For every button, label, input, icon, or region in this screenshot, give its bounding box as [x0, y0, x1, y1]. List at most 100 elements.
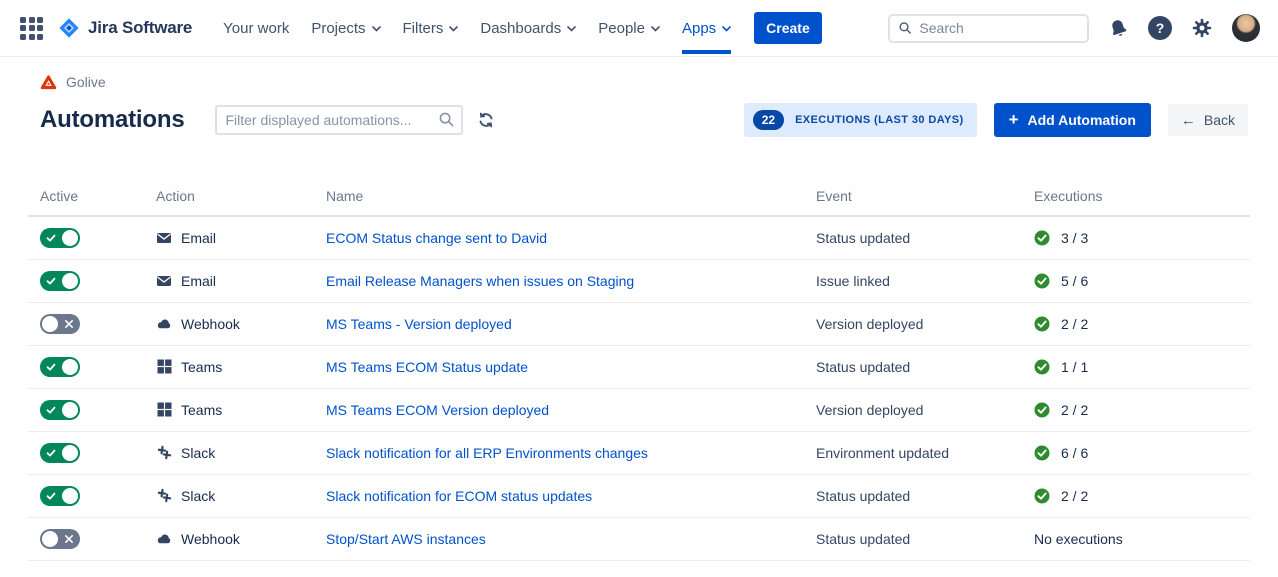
slack-icon	[156, 445, 172, 461]
jira-diamond-icon	[58, 17, 80, 39]
table-row: Email ECOM Status change sent to David S…	[28, 216, 1250, 259]
automation-name-link[interactable]: Email Release Managers when issues on St…	[326, 273, 634, 289]
action-label: Teams	[181, 402, 222, 418]
active-toggle[interactable]	[40, 228, 80, 248]
active-toggle[interactable]	[40, 443, 80, 463]
arrow-left-icon: ←	[1181, 113, 1196, 128]
primary-nav: Your work Projects Filters Dashboards Pe…	[212, 0, 742, 56]
table-row: Teams MS Teams ECOM Status update Status…	[28, 345, 1250, 388]
action-label: Slack	[181, 445, 215, 461]
check-icon	[46, 448, 56, 458]
chevron-down-icon	[567, 26, 576, 32]
column-header-executions: Executions	[1026, 184, 1250, 216]
table-header-row: Active Action Name Event Executions	[28, 184, 1250, 216]
x-icon	[64, 319, 74, 329]
action-label: Email	[181, 230, 216, 246]
column-header-name: Name	[318, 184, 808, 216]
active-toggle[interactable]	[40, 271, 80, 291]
action-label: Webhook	[181, 316, 240, 332]
table-row: Webhook Stop/Start AWS instances Status …	[28, 517, 1250, 560]
success-icon	[1034, 359, 1050, 375]
golive-logo-icon	[40, 75, 57, 90]
event-label: Status updated	[816, 531, 910, 547]
success-icon	[1034, 316, 1050, 332]
filter-field	[215, 105, 463, 135]
success-icon	[1034, 230, 1050, 246]
email-icon	[156, 230, 172, 246]
add-automation-button[interactable]: + Add Automation	[994, 103, 1151, 137]
executions-summary-button[interactable]: 22 EXECUTIONS (LAST 30 DAYS)	[744, 103, 977, 137]
x-icon	[64, 534, 74, 544]
action-label: Email	[181, 273, 216, 289]
chevron-down-icon	[449, 26, 458, 32]
nav-filters[interactable]: Filters	[392, 0, 470, 56]
check-icon	[46, 405, 56, 415]
page-title: Automations	[40, 106, 184, 134]
global-search-input[interactable]	[919, 20, 1078, 36]
chevron-down-icon	[722, 26, 731, 32]
teams-icon	[156, 359, 172, 375]
settings-gear-icon[interactable]	[1191, 17, 1213, 39]
executions-value: 3 / 3	[1061, 230, 1088, 246]
action-label: Slack	[181, 488, 215, 504]
executions-value: 2 / 2	[1061, 402, 1088, 418]
automation-name-link[interactable]: Slack notification for ECOM status updat…	[326, 488, 592, 504]
chevron-down-icon	[372, 26, 381, 32]
jira-logo[interactable]: Jira Software	[58, 17, 192, 39]
help-icon[interactable]: ?	[1148, 16, 1172, 40]
active-toggle[interactable]	[40, 357, 80, 377]
toolbar-actions: 22 EXECUTIONS (LAST 30 DAYS) + Add Autom…	[744, 103, 1250, 137]
event-label: Status updated	[816, 488, 910, 504]
executions-value: 2 / 2	[1061, 316, 1088, 332]
back-button[interactable]: ← Back	[1168, 104, 1248, 136]
toolbar: Automations 22 EXECUTIONS (LAST 30 DAYS)…	[40, 103, 1250, 137]
refresh-icon[interactable]	[478, 112, 494, 128]
create-button[interactable]: Create	[754, 12, 822, 44]
executions-value: 1 / 1	[1061, 359, 1088, 375]
executions-value: No executions	[1034, 531, 1123, 547]
automation-name-link[interactable]: Slack notification for all ERP Environme…	[326, 445, 648, 461]
webhook-icon	[156, 316, 172, 332]
page-content: Golive Automations 22 EXECUTIONS (LAST 3…	[0, 57, 1278, 561]
nav-apps[interactable]: Apps	[671, 0, 742, 56]
table-row: Email Email Release Managers when issues…	[28, 259, 1250, 302]
app-switcher-icon[interactable]	[20, 17, 43, 40]
column-header-event: Event	[808, 184, 1026, 216]
executions-value: 2 / 2	[1061, 488, 1088, 504]
top-navigation: Jira Software Your work Projects Filters…	[0, 0, 1278, 57]
table-row: Teams MS Teams ECOM Version deployed Ver…	[28, 388, 1250, 431]
chevron-down-icon	[651, 26, 660, 32]
active-toggle[interactable]	[40, 400, 80, 420]
automation-name-link[interactable]: MS Teams - Version deployed	[326, 316, 512, 332]
active-toggle[interactable]	[40, 314, 80, 334]
success-icon	[1034, 488, 1050, 504]
automation-name-link[interactable]: ECOM Status change sent to David	[326, 230, 547, 246]
automation-name-link[interactable]: Stop/Start AWS instances	[326, 531, 486, 547]
event-label: Status updated	[816, 359, 910, 375]
check-icon	[46, 362, 56, 372]
email-icon	[156, 273, 172, 289]
column-header-active: Active	[28, 184, 148, 216]
check-icon	[46, 276, 56, 286]
breadcrumb[interactable]: Golive	[40, 74, 106, 90]
nav-dashboards[interactable]: Dashboards	[469, 0, 587, 56]
notifications-bell-icon[interactable]	[1108, 18, 1129, 39]
active-toggle[interactable]	[40, 529, 80, 549]
active-toggle[interactable]	[40, 486, 80, 506]
success-icon	[1034, 445, 1050, 461]
plus-icon: +	[1009, 111, 1019, 128]
global-search[interactable]	[888, 14, 1089, 43]
check-icon	[46, 233, 56, 243]
user-avatar[interactable]	[1232, 14, 1260, 42]
executions-value: 5 / 6	[1061, 273, 1088, 289]
check-icon	[46, 491, 56, 501]
success-icon	[1034, 273, 1050, 289]
automation-name-link[interactable]: MS Teams ECOM Version deployed	[326, 402, 549, 418]
automation-name-link[interactable]: MS Teams ECOM Status update	[326, 359, 528, 375]
nav-projects[interactable]: Projects	[300, 0, 391, 56]
executions-count-badge: 22	[753, 110, 784, 130]
webhook-icon	[156, 531, 172, 547]
filter-input[interactable]	[215, 105, 463, 135]
nav-people[interactable]: People	[587, 0, 671, 56]
nav-your-work[interactable]: Your work	[212, 0, 300, 56]
